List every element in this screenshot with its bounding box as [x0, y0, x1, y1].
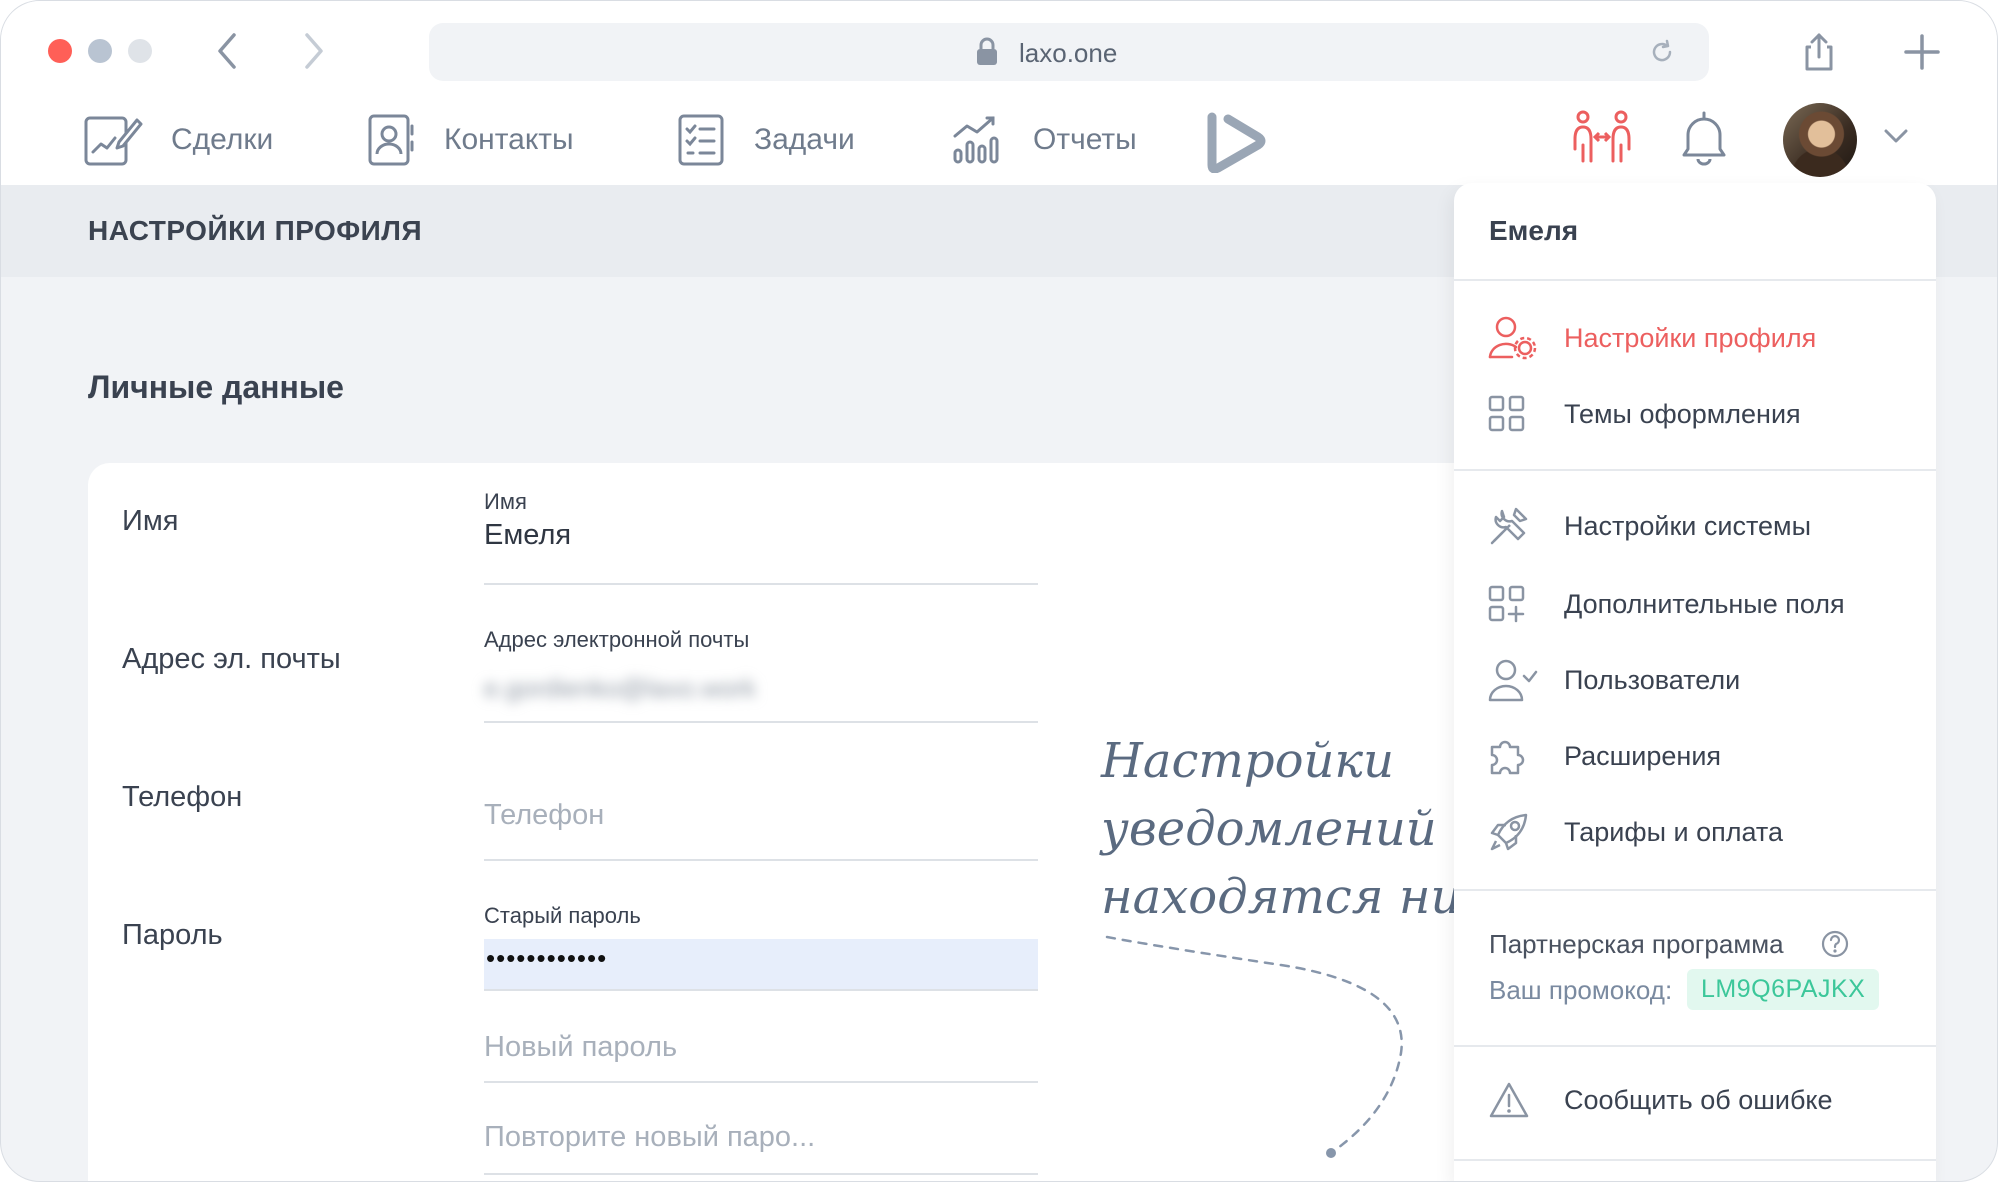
old-password-label: Старый пароль: [484, 903, 641, 928]
email-row-label: Адрес эл. почты: [122, 643, 341, 675]
new-password-placeholder: Новый пароль: [484, 1031, 678, 1063]
profile-dropdown-menu: Емеля Настройки профиля Темы оформления: [1454, 183, 1936, 1181]
menu-divider: [1454, 1159, 1936, 1161]
avatar[interactable]: [1783, 103, 1857, 177]
play-logo-icon[interactable]: [1206, 109, 1266, 173]
menu-item-label: Настройки профиля: [1564, 322, 1817, 353]
minimize-window-button[interactable]: [88, 39, 112, 63]
menu-item-label: Тарифы и оплата: [1564, 816, 1783, 847]
phone-row-label: Телефон: [122, 781, 243, 813]
nav-tasks[interactable]: Задачи: [676, 105, 855, 175]
old-password-input[interactable]: Старый пароль ••••••••••••: [484, 903, 1038, 991]
nav-reports-label: Отчеты: [1033, 123, 1137, 156]
name-row-label: Имя: [122, 505, 179, 537]
user-settings-icon: [1488, 316, 1537, 360]
reports-icon: [953, 116, 999, 164]
new-tab-icon[interactable]: [1903, 33, 1941, 71]
menu-item-report-bug[interactable]: Сообщить об ошибке: [1488, 1075, 1833, 1125]
repeat-password-input[interactable]: Повторите новый паро...: [484, 1103, 1038, 1175]
menu-item-label: Настройки системы: [1564, 510, 1812, 541]
nav-contacts[interactable]: Контакты: [366, 105, 574, 175]
nav-deals[interactable]: Сделки: [83, 105, 273, 175]
menu-item-themes[interactable]: Темы оформления: [1488, 389, 1801, 439]
menu-divider: [1454, 469, 1936, 471]
menu-item-label: Расширения: [1564, 740, 1722, 771]
chevron-down-icon[interactable]: [1883, 127, 1909, 145]
puzzle-icon: [1490, 740, 1525, 775]
share-icon[interactable]: [1801, 31, 1837, 73]
menu-item-label: Темы оформления: [1564, 398, 1801, 429]
old-password-value: ••••••••••••: [486, 943, 608, 973]
nav-tasks-label: Задачи: [754, 123, 855, 156]
menu-item-users[interactable]: Пользователи: [1488, 655, 1740, 705]
old-password-box[interactable]: ••••••••••••: [484, 939, 1038, 989]
url-text: laxo.one: [1019, 38, 1118, 68]
email-field[interactable]: Адрес электронной почты e.gordienko@laxo…: [484, 627, 1038, 723]
themes-grid-icon: [1488, 395, 1525, 432]
address-bar[interactable]: laxo.one: [429, 23, 1709, 81]
menu-item-label: Дополнительные поля: [1564, 588, 1845, 619]
promo-code-label: Ваш промокод:: [1489, 975, 1673, 1005]
help-icon[interactable]: [1820, 929, 1850, 959]
forward-arrow-icon[interactable]: [301, 31, 325, 71]
bell-icon[interactable]: [1679, 109, 1729, 167]
phone-input[interactable]: Телефон: [484, 763, 1038, 861]
nav-reports[interactable]: Отчеты: [951, 105, 1137, 175]
menu-divider: [1454, 1045, 1936, 1047]
promo-code-badge[interactable]: LM9Q6PAJKX: [1687, 969, 1880, 1010]
section-title: Личные данные: [88, 369, 344, 405]
menu-divider: [1454, 889, 1936, 891]
new-password-input[interactable]: Новый пароль: [484, 1011, 1038, 1083]
nav-deals-label: Сделки: [171, 123, 274, 156]
menu-divider: [1454, 279, 1936, 281]
email-field-label: Адрес электронной почты: [484, 627, 750, 652]
maximize-window-button[interactable]: [128, 39, 152, 63]
menu-item-extensions[interactable]: Расширения: [1488, 731, 1721, 781]
menu-user-name: Емеля: [1489, 215, 1579, 246]
name-field-label: Имя: [484, 489, 527, 514]
deals-icon: [84, 116, 143, 166]
menu-item-profile-settings[interactable]: Настройки профиля: [1488, 313, 1816, 363]
grid-plus-icon: [1488, 585, 1525, 623]
browser-titlebar: laxo.one: [1, 1, 1997, 105]
email-field-value: e.gordienko@laxo.work: [484, 673, 757, 703]
team-exchange-icon[interactable]: [1571, 109, 1633, 169]
phone-placeholder: Телефон: [484, 799, 605, 831]
close-window-button[interactable]: [48, 39, 72, 63]
lock-icon: [977, 37, 997, 65]
browser-window: laxo.one Сделки Контакты Задачи Отчеты Н…: [0, 0, 1998, 1182]
tools-icon: [1490, 507, 1528, 545]
menu-item-tariffs[interactable]: Тарифы и оплата: [1488, 807, 1783, 857]
dashed-arrow-curve: [1105, 935, 1403, 1158]
rocket-icon: [1490, 813, 1528, 851]
name-field-value: Емеля: [484, 519, 572, 551]
app-navbar: Сделки Контакты Задачи Отчеты: [1, 103, 1997, 185]
tasks-icon: [678, 114, 724, 166]
menu-item-label: Сообщить об ошибке: [1564, 1084, 1833, 1115]
back-arrow-icon[interactable]: [216, 31, 240, 71]
user-check-icon: [1488, 659, 1538, 702]
nav-contacts-label: Контакты: [444, 123, 574, 156]
password-row-label: Пароль: [122, 919, 223, 951]
menu-item-label: Пользователи: [1564, 664, 1741, 695]
name-field[interactable]: Имя Емеля: [484, 489, 1038, 585]
partner-program-label[interactable]: Партнерская программа: [1489, 929, 1784, 960]
menu-item-system-settings[interactable]: Настройки системы: [1488, 501, 1811, 551]
warning-icon: [1489, 1082, 1529, 1118]
repeat-password-placeholder: Повторите новый паро...: [484, 1121, 816, 1153]
reload-icon[interactable]: [1649, 38, 1675, 66]
page-title: НАСТРОЙКИ ПРОФИЛЯ: [88, 215, 423, 246]
contacts-icon: [368, 114, 414, 166]
menu-item-extra-fields[interactable]: Дополнительные поля: [1488, 579, 1845, 629]
